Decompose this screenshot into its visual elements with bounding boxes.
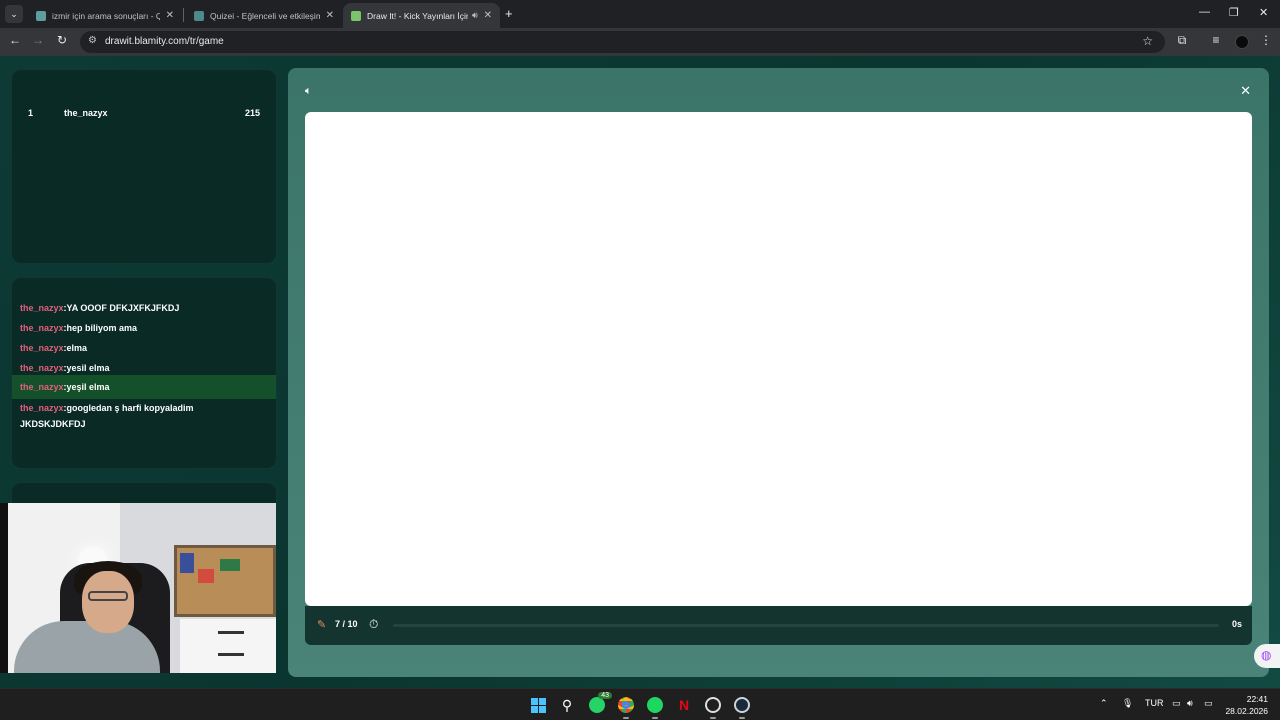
restore-icon[interactable]: ❐ bbox=[1229, 6, 1239, 19]
new-tab-plus-icon[interactable]: + bbox=[505, 6, 513, 21]
chat-username: the_nazyx bbox=[20, 382, 64, 392]
bookmark-star-icon[interactable]: ☆ bbox=[1142, 34, 1153, 48]
input-language[interactable]: TUR bbox=[1145, 698, 1164, 708]
chat-username: the_nazyx bbox=[20, 403, 64, 413]
netflix-icon[interactable]: N bbox=[673, 694, 695, 716]
tab-title: Quizei - Eğlenceli ve etkileşimli bbox=[210, 10, 320, 21]
window-close-icon[interactable]: ✕ bbox=[1259, 6, 1268, 19]
leaderboard-player-name: the_nazyx bbox=[64, 108, 108, 118]
tab-title: izmir için arama sonuçları - Qui bbox=[52, 10, 160, 21]
network-icon[interactable]: ▭ bbox=[1172, 698, 1181, 709]
chat-message: the_nazyx:elma bbox=[12, 337, 276, 359]
search-icon[interactable]: ⚲ bbox=[556, 694, 578, 716]
chat-username: the_nazyx bbox=[20, 303, 64, 313]
clock-time: 22:41 bbox=[1246, 694, 1268, 704]
chat-username: the_nazyx bbox=[20, 343, 64, 353]
media-controls-icon[interactable]: ≡ bbox=[1207, 33, 1225, 47]
tab-audio-icon[interactable]: 🔊︎ bbox=[472, 10, 478, 21]
round-counter: 7 / 10 bbox=[335, 619, 358, 629]
timer-progress-bar bbox=[393, 624, 1219, 627]
chat-text: :elma bbox=[63, 343, 88, 353]
tab-draw-it[interactable]: Draw It! - Kick Yayınları İçin 🔊︎ ✕ bbox=[343, 3, 500, 28]
quizei-favicon-icon bbox=[194, 10, 204, 21]
drawing-canvas[interactable] bbox=[305, 112, 1252, 606]
windows-taskbar: ⚲ 43 N ⌃ 🎙︎ TUR ▭ 🔊︎ ▭ 22:41 28.02.2026 bbox=[0, 688, 1280, 720]
chat-text: :yeşil elma bbox=[63, 382, 110, 392]
back-arrow-icon[interactable]: ← bbox=[6, 33, 24, 47]
microphone-icon[interactable]: 🎙︎ bbox=[1122, 698, 1133, 709]
close-game-icon[interactable]: ✕ bbox=[1240, 83, 1251, 99]
chat-text: :hep biliyom ama bbox=[63, 323, 138, 333]
start-button[interactable] bbox=[527, 694, 549, 716]
windows-logo-icon bbox=[530, 697, 546, 713]
chat-username: the_nazyx bbox=[20, 363, 64, 373]
steam-icon[interactable] bbox=[731, 694, 753, 719]
leaderboard-rank: 1 bbox=[28, 108, 34, 118]
leaderboard-score: 215 bbox=[244, 108, 260, 118]
tab-strip: ⌄ izmir için arama sonuçları - Qui ✕ Qui… bbox=[0, 0, 1280, 28]
leaderboard-row: 1 the_nazyx 215 bbox=[12, 108, 276, 124]
chat-message-correct-guess: the_nazyx:yeşil elma bbox=[12, 375, 276, 399]
side-panel-extension-icon[interactable]: ◍ bbox=[1254, 644, 1280, 668]
tab-quizei[interactable]: Quizei - Eğlenceli ve etkileşimli ✕ bbox=[186, 3, 342, 28]
game-status-bar: ✎ 7 / 10 ⏱︎ 0s bbox=[305, 606, 1252, 645]
profile-avatar[interactable] bbox=[1235, 35, 1249, 49]
battery-icon[interactable]: ▭ bbox=[1204, 698, 1213, 709]
extensions-puzzle-icon[interactable]: ⧉ bbox=[1173, 33, 1191, 48]
tab-close-icon[interactable]: ✕ bbox=[166, 10, 174, 21]
sound-toggle-icon[interactable]: 🔈︎ bbox=[305, 85, 312, 98]
chat-text: :yesil elma bbox=[63, 363, 110, 373]
leaderboard-panel: 1 the_nazyx 215 bbox=[11, 69, 277, 264]
stopwatch-icon: ⏱︎ bbox=[369, 617, 379, 631]
browser-toolbar: ← → ↻ ⚙ drawit.blamity.com/tr/game ☆ ⧉ ≡… bbox=[0, 28, 1280, 56]
clock-date: 28.02.2026 bbox=[1225, 706, 1268, 716]
tab-title: Draw It! - Kick Yayınları İçin bbox=[367, 10, 468, 21]
spotify-icon[interactable] bbox=[644, 694, 666, 719]
tab-close-icon[interactable]: ✕ bbox=[484, 10, 492, 21]
chat-text: :YA OOOF DFKJXFKJFKDJ bbox=[63, 303, 180, 313]
chat-panel: the_nazyx:YA OOOF DFKJXFKJFKDJ the_nazyx… bbox=[11, 277, 277, 469]
tab-izmir-search[interactable]: izmir için arama sonuçları - Qui ✕ bbox=[28, 3, 182, 28]
chrome-icon[interactable] bbox=[615, 694, 637, 719]
volume-icon[interactable]: 🔊︎ bbox=[1187, 698, 1193, 709]
chat-message: the_nazyx:googledan ş harfi kopyaladim J… bbox=[12, 397, 276, 435]
draw-it-favicon-icon bbox=[351, 10, 361, 21]
url-text[interactable]: drawit.blamity.com/tr/game bbox=[105, 36, 224, 47]
chat-text-continued: JKDSKJDKFDJ bbox=[20, 419, 86, 429]
tab-search-button[interactable]: ⌄ bbox=[5, 5, 23, 23]
more-menu-icon[interactable]: ⋮ bbox=[1257, 33, 1275, 47]
chat-message: the_nazyx:YA OOOF DFKJXFKJFKDJ bbox=[12, 297, 276, 319]
clock[interactable]: 22:41 28.02.2026 bbox=[1225, 693, 1268, 717]
tray-overflow-chevron-icon[interactable]: ⌃ bbox=[1100, 698, 1108, 709]
quizei-favicon-icon bbox=[36, 10, 46, 21]
chat-text: :googledan ş harfi kopyaladim bbox=[63, 403, 194, 413]
chevron-down-icon: ⌄ bbox=[10, 8, 18, 19]
forward-arrow-icon[interactable]: → bbox=[29, 33, 47, 47]
pencil-icon: ✎ bbox=[317, 619, 327, 631]
chat-username: the_nazyx bbox=[20, 323, 64, 333]
game-area: 🔈︎ ✕ ✎ 7 / 10 ⏱︎ 0s bbox=[288, 68, 1269, 677]
time-left: 0s bbox=[1231, 619, 1242, 629]
whatsapp-icon[interactable]: 43 bbox=[586, 692, 612, 716]
whatsapp-badge: 43 bbox=[598, 692, 612, 699]
app-icon[interactable] bbox=[702, 694, 724, 719]
chat-message: the_nazyx:hep biliyom ama bbox=[12, 317, 276, 339]
minimize-icon[interactable]: — bbox=[1199, 6, 1210, 18]
tab-divider bbox=[183, 8, 184, 22]
webcam-overlay bbox=[0, 503, 276, 673]
site-info-icon[interactable]: ⚙ bbox=[88, 35, 97, 46]
tab-close-icon[interactable]: ✕ bbox=[326, 10, 334, 21]
address-bar[interactable]: ⚙ drawit.blamity.com/tr/game ☆ bbox=[80, 31, 1165, 53]
reload-icon[interactable]: ↻ bbox=[53, 33, 71, 47]
draw-it-page: 1 the_nazyx 215 the_nazyx:YA OOOF DFKJXF… bbox=[0, 56, 1280, 688]
